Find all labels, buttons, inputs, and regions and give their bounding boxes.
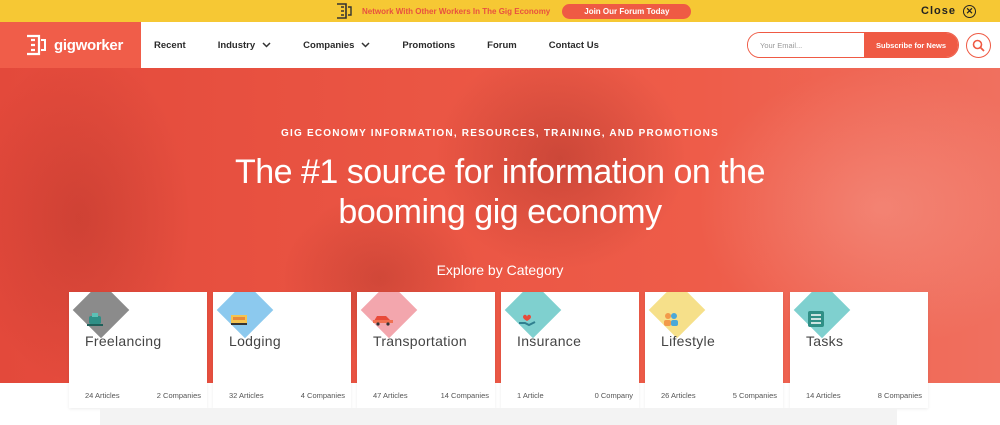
gigworker-logo-icon <box>27 34 46 56</box>
join-forum-button[interactable]: Join Our Forum Today <box>562 3 692 19</box>
category-stats: 24 Articles 2 Companies <box>85 391 201 400</box>
nav-companies[interactable]: Companies <box>303 40 370 51</box>
site-header: gigworker Recent Industry Companies Prom… <box>0 22 1000 68</box>
search-icon <box>972 39 985 52</box>
hero-title-line: booming gig economy <box>338 193 662 231</box>
nav-promotions[interactable]: Promotions <box>402 40 455 51</box>
hero-title-line: The #1 source for information on the <box>234 153 766 191</box>
hero-title: The #1 source for information on the boo… <box>0 152 1000 232</box>
category-name: Freelancing <box>85 333 162 349</box>
category-stats: 14 Articles 8 Companies <box>806 391 922 400</box>
announcement-bar: Network With Other Workers In The Gig Ec… <box>0 0 1000 22</box>
chevron-down-icon <box>262 42 271 48</box>
article-count: 47 Articles <box>373 391 408 400</box>
company-count: 2 Companies <box>156 391 201 400</box>
category-card-insurance[interactable]: Insurance 1 Article 0 Company <box>501 292 639 408</box>
category-stats: 47 Articles 14 Companies <box>373 391 489 400</box>
category-name: Lodging <box>229 333 281 349</box>
nav-contact-us[interactable]: Contact Us <box>549 40 599 51</box>
subscribe-button[interactable]: Subscribe for News <box>864 33 958 57</box>
category-card-freelancing[interactable]: Freelancing 24 Articles 2 Companies <box>69 292 207 408</box>
category-name: Tasks <box>806 333 844 349</box>
article-count: 24 Articles <box>85 391 120 400</box>
hero-kicker: GIG ECONOMY INFORMATION, RESOURCES, TRAI… <box>281 128 719 139</box>
company-count: 14 Companies <box>440 391 489 400</box>
main-nav: Recent Industry Companies Promotions For… <box>154 22 631 68</box>
category-stats: 1 Article 0 Company <box>517 391 633 400</box>
logo-text: gigworker <box>54 36 123 54</box>
email-input[interactable] <box>748 33 864 57</box>
category-stats: 32 Articles 4 Companies <box>229 391 345 400</box>
clipboard-icon <box>804 308 828 330</box>
category-card-lodging[interactable]: Lodging 32 Articles 4 Companies <box>213 292 351 408</box>
category-name: Lifestyle <box>661 333 716 349</box>
nav-label: Companies <box>303 39 355 51</box>
people-icon <box>659 308 683 330</box>
nav-recent[interactable]: Recent <box>154 40 186 51</box>
category-card-transportation[interactable]: Transportation 47 Articles 14 Companies <box>357 292 495 408</box>
nav-industry[interactable]: Industry <box>218 40 271 51</box>
nav-label: Industry <box>217 39 256 51</box>
category-name: Insurance <box>517 333 582 349</box>
category-name: Transportation <box>373 333 467 349</box>
site-logo[interactable]: gigworker <box>0 22 141 68</box>
search-button[interactable] <box>966 33 991 58</box>
company-count: 5 Companies <box>732 391 777 400</box>
category-stats: 26 Articles 5 Companies <box>661 391 777 400</box>
newsletter-form: Subscribe for News <box>747 32 959 58</box>
sewing-machine-icon <box>83 308 107 330</box>
hand-heart-icon <box>515 308 539 330</box>
nav-label: Contact Us <box>548 39 599 51</box>
company-count: 8 Companies <box>877 391 922 400</box>
nav-label: Forum <box>487 39 517 51</box>
explore-by-category-heading: Explore by Category <box>436 262 564 278</box>
close-banner-button[interactable]: Close ✕ <box>921 0 976 22</box>
bed-icon <box>227 308 251 330</box>
article-count: 32 Articles <box>229 391 264 400</box>
content-section-top <box>100 408 897 425</box>
category-card-lifestyle[interactable]: Lifestyle 26 Articles 5 Companies <box>645 292 783 408</box>
category-card-tasks[interactable]: Tasks 14 Articles 8 Companies <box>790 292 928 408</box>
nav-label: Promotions <box>402 39 456 51</box>
nav-forum[interactable]: Forum <box>487 40 517 51</box>
nav-label: Recent <box>154 39 186 51</box>
close-label: Close <box>921 5 956 17</box>
company-count: 4 Companies <box>300 391 345 400</box>
close-icon: ✕ <box>962 4 976 18</box>
article-count: 26 Articles <box>661 391 696 400</box>
company-count: 0 Company <box>594 391 633 400</box>
chevron-down-icon <box>361 42 370 48</box>
gigworker-logo-icon <box>334 2 354 20</box>
article-count: 1 Article <box>517 391 544 400</box>
announcement-content: Network With Other Workers In The Gig Ec… <box>334 0 692 22</box>
car-icon <box>371 308 395 330</box>
announcement-text: Network With Other Workers In The Gig Ec… <box>362 6 551 16</box>
article-count: 14 Articles <box>806 391 841 400</box>
